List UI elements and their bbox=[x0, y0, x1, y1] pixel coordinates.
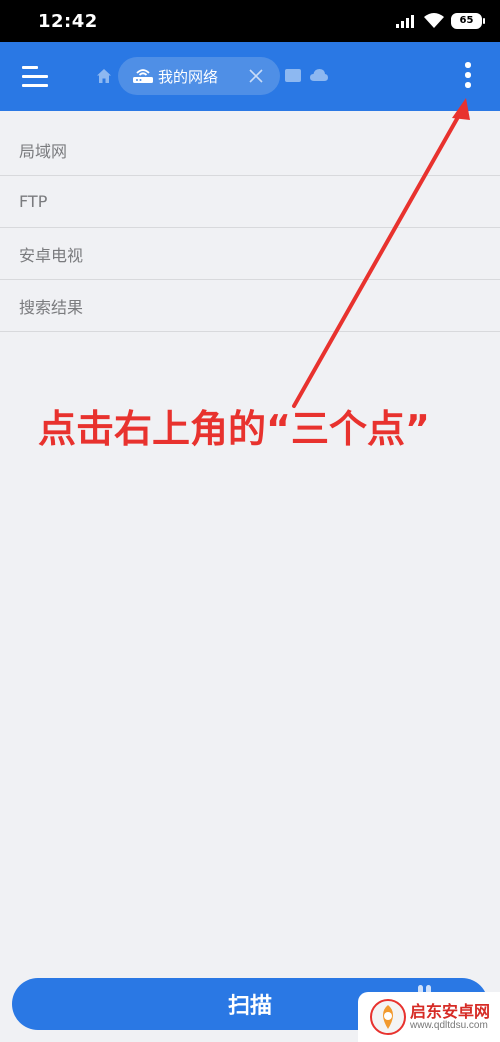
list-item-android-tv[interactable]: 安卓电视 bbox=[0, 228, 500, 280]
menu-icon[interactable] bbox=[22, 66, 50, 88]
signal-icon bbox=[396, 15, 414, 28]
tablet-icon[interactable] bbox=[285, 69, 301, 82]
watermark-url: www.qdltdsu.com bbox=[410, 1020, 488, 1031]
overflow-menu-icon[interactable] bbox=[458, 60, 478, 92]
battery-icon: 65 bbox=[451, 13, 485, 29]
annotation-text: 点击右上角的“三个点” bbox=[38, 407, 430, 451]
home-icon[interactable] bbox=[96, 68, 112, 84]
status-time: 12:42 bbox=[38, 11, 98, 32]
status-bar: 12:42 65 bbox=[0, 0, 500, 42]
list-item-label: 搜索结果 bbox=[19, 297, 84, 317]
app-bar: 我的网络 bbox=[0, 42, 500, 111]
wifi-icon bbox=[424, 13, 444, 28]
list-item-label: FTP bbox=[19, 192, 48, 211]
list-item-search-results[interactable]: 搜索结果 bbox=[0, 280, 500, 332]
list-item-lan[interactable]: 局域网 bbox=[0, 124, 500, 176]
cloud-icon[interactable] bbox=[310, 68, 328, 82]
scan-label: 扫描 bbox=[227, 994, 272, 1019]
tab-label: 我的网络 bbox=[158, 68, 219, 86]
tab-my-network[interactable]: 我的网络 bbox=[118, 57, 280, 95]
watermark-logo-icon bbox=[370, 999, 406, 1035]
watermark-title: 启东安卓网 bbox=[410, 1002, 491, 1021]
list-item-label: 局域网 bbox=[19, 141, 68, 161]
list-item-ftp[interactable]: FTP bbox=[0, 176, 500, 228]
storage-list: 局域网 FTP 安卓电视 搜索结果 bbox=[0, 124, 500, 332]
list-item-label: 安卓电视 bbox=[19, 245, 84, 265]
close-icon[interactable] bbox=[249, 69, 263, 83]
router-icon bbox=[133, 69, 153, 83]
watermark: 启东安卓网 www.qdltdsu.com bbox=[358, 992, 500, 1042]
